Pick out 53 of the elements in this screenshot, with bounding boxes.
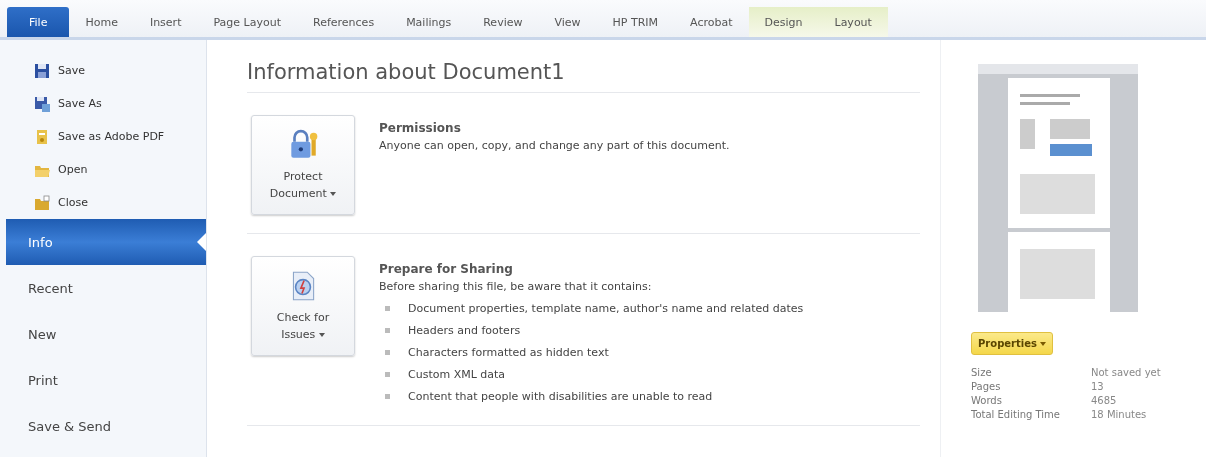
folder-icon xyxy=(34,194,50,211)
ribbon-tab[interactable]: Page Layout xyxy=(197,7,297,37)
property-value: 18 Minutes xyxy=(1091,409,1148,420)
section-description: Anyone can open, copy, and change any part of this document. xyxy=(379,139,730,152)
caret-icon xyxy=(318,333,325,337)
menu-item[interactable]: Info xyxy=(6,219,206,265)
bullet-icon xyxy=(385,327,390,333)
section-description: Before sharing this file, be aware that it contains: xyxy=(379,280,653,293)
bullet-text: Content that people with disabilities are unable to read xyxy=(408,389,713,403)
ribbon-tab[interactable]: File xyxy=(7,7,70,37)
dropdown-button[interactable]: Protect Document xyxy=(251,115,355,215)
property-label: Size xyxy=(971,367,993,378)
menu-item[interactable]: Print xyxy=(0,357,206,403)
property-value: Not saved yet xyxy=(1091,367,1161,378)
bullet-text: Document properties, template name, author's name and related dates xyxy=(408,301,804,315)
ribbon-tab[interactable]: Design xyxy=(748,7,819,37)
caret-icon xyxy=(330,192,337,196)
ribbon-tab[interactable]: Layout xyxy=(818,7,888,37)
ribbon-tab[interactable]: Home xyxy=(69,7,134,37)
page-title: Information about Document1 xyxy=(247,60,920,93)
bullet-text: Custom XML data xyxy=(408,367,506,381)
property-label: Pages xyxy=(971,381,1002,392)
bullet-text: Headers and footers xyxy=(408,323,521,337)
ribbon-tab[interactable]: Mailings xyxy=(390,7,468,37)
menu-item[interactable]: Save As xyxy=(0,87,206,120)
properties-button[interactable]: Properties xyxy=(971,332,1054,355)
property-value: 13 xyxy=(1091,381,1105,392)
menu-item[interactable]: Save xyxy=(0,54,206,87)
bullet-icon xyxy=(385,305,390,311)
property-label: Total Editing Time xyxy=(971,409,1061,420)
menu-item[interactable]: New xyxy=(0,311,206,357)
menu-item[interactable]: Close xyxy=(0,186,206,219)
ribbon-tab[interactable]: View xyxy=(538,7,597,37)
section-heading: Prepare for Sharing xyxy=(379,262,514,276)
ribbon-tab[interactable]: HP TRIM xyxy=(596,7,675,37)
ribbon-tab[interactable]: Insert xyxy=(133,7,198,37)
dropdown-button[interactable]: Check for Issues xyxy=(251,256,355,356)
bullet-icon xyxy=(385,349,390,355)
property-label: Words xyxy=(971,395,1003,406)
menu-item[interactable]: Save & Send xyxy=(0,403,206,449)
caret-icon xyxy=(1040,342,1047,346)
ribbon-tab[interactable]: Acrobat xyxy=(674,7,749,37)
property-value: 4685 xyxy=(1091,395,1118,406)
menu-item[interactable]: Save as Adobe PDF xyxy=(0,120,206,153)
document-icon xyxy=(34,128,50,145)
menu-item[interactable]: Open xyxy=(0,153,206,186)
ribbon-tab[interactable]: References xyxy=(297,7,391,37)
menu-item[interactable]: Recent xyxy=(0,265,206,311)
section-heading: Permissions xyxy=(379,121,462,135)
bullet-text: Characters formatted as hidden text xyxy=(408,345,609,359)
ribbon-tab[interactable]: Review xyxy=(467,7,539,37)
bullet-icon xyxy=(385,371,390,377)
bullet-icon xyxy=(385,393,390,399)
